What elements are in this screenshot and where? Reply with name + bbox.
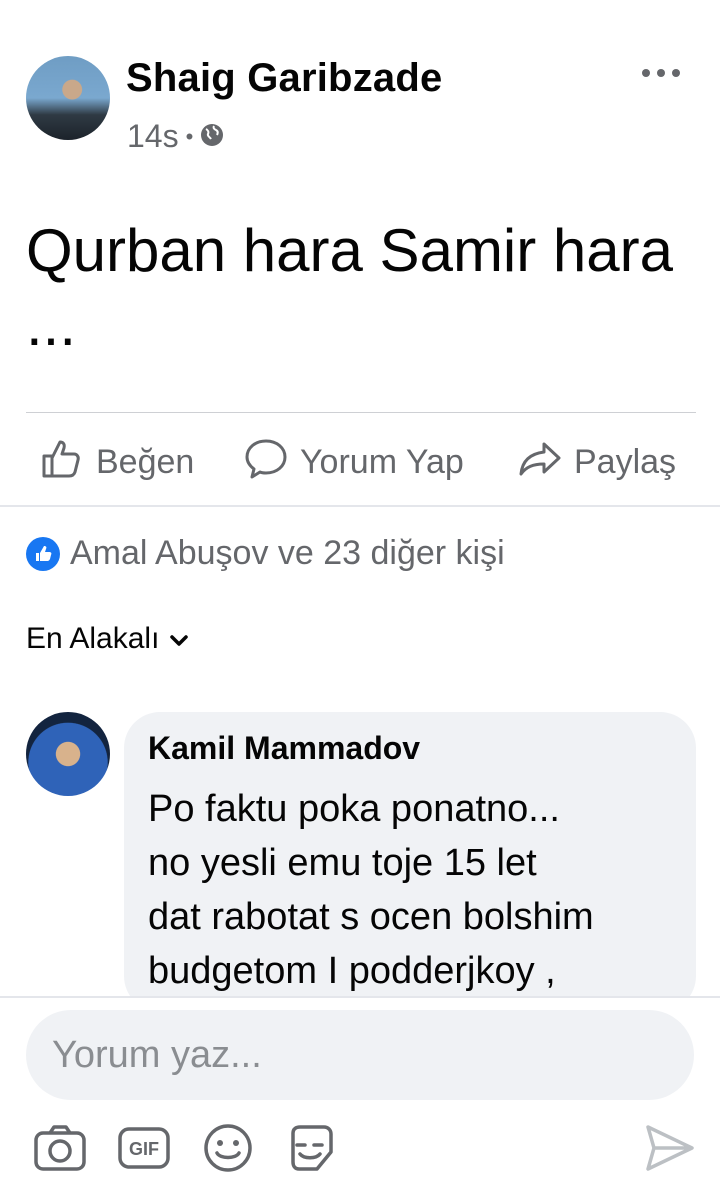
reactions-text: Amal Abuşov ve 23 diğer kişi xyxy=(70,534,505,572)
commenter-avatar[interactable] xyxy=(26,712,110,796)
share-arrow-icon xyxy=(518,436,562,489)
like-button[interactable]: Beğen xyxy=(40,424,194,500)
comment-text: Po faktu poka ponatno... no yesli emu to… xyxy=(148,788,594,992)
post-text: Qurban hara Samir hara ... xyxy=(26,217,673,358)
divider xyxy=(0,505,720,507)
share-label: Paylaş xyxy=(574,442,677,481)
comment-author-name[interactable]: Kamil Mammadov xyxy=(148,730,420,767)
emoji-icon[interactable] xyxy=(200,1120,256,1176)
gif-icon[interactable]: GIF xyxy=(116,1120,172,1176)
svg-text:GIF: GIF xyxy=(129,1139,159,1159)
post-actions: Beğen Yorum Yap Paylaş xyxy=(0,424,720,500)
send-icon[interactable] xyxy=(642,1120,698,1176)
comment-input[interactable] xyxy=(26,1010,694,1100)
post-time[interactable]: 14s xyxy=(127,118,179,155)
thumbs-up-icon xyxy=(40,436,84,489)
post-meta: 14s • xyxy=(127,118,224,155)
author-avatar[interactable] xyxy=(26,56,110,140)
like-label: Beğen xyxy=(96,442,195,481)
comment-sort-dropdown[interactable]: En Alakalı xyxy=(26,622,189,656)
divider xyxy=(0,996,720,998)
sticker-icon[interactable] xyxy=(284,1120,340,1176)
comment-button[interactable]: Yorum Yap xyxy=(244,424,464,500)
chevron-down-icon xyxy=(169,622,189,656)
like-reaction-icon xyxy=(26,536,60,571)
speech-bubble-icon xyxy=(244,436,288,489)
meta-separator: • xyxy=(185,123,194,149)
comment-label: Yorum Yap xyxy=(300,442,464,481)
divider xyxy=(26,412,696,413)
more-options-icon[interactable] xyxy=(642,60,680,86)
reactions-summary[interactable]: Amal Abuşov ve 23 diğer kişi xyxy=(26,534,505,573)
post-author-name[interactable]: Shaig Garibzade xyxy=(126,56,442,101)
share-button[interactable]: Paylaş xyxy=(518,424,676,500)
camera-icon[interactable] xyxy=(32,1120,88,1176)
sort-label: En Alakalı xyxy=(26,622,160,655)
globe-icon xyxy=(200,118,224,155)
